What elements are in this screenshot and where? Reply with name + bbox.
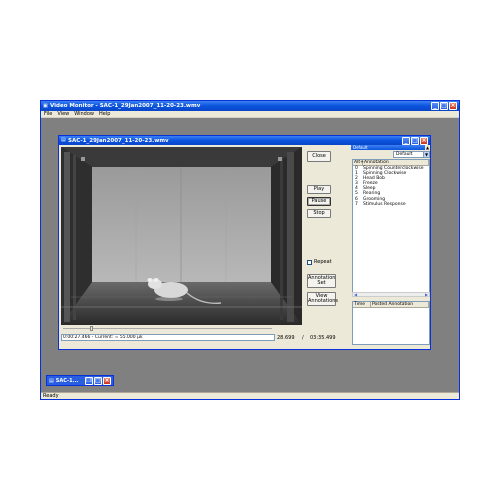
collapse-arrow-icon[interactable]: ▲ [425,145,430,150]
menu-bar: File View Window Help [41,111,459,118]
chevron-down-icon[interactable]: ▼ [423,152,429,157]
time-separator: / [302,335,304,341]
posted-list-header: Time Posted Annotation [353,302,429,308]
annotation-name: Stimulus Response [363,201,406,207]
video-frame[interactable] [61,147,302,325]
video-file-icon: ▤ [49,377,54,384]
time-info-field: 0:00:27.466 - Current: = 55.000 μk [61,334,275,341]
main-title-bar[interactable]: ▣ Video Monitor - SAC-1_29Jan2007_11-20-… [41,101,459,111]
current-time-value: 28.699 [277,335,295,341]
annotation-panel-title: Default [353,145,368,150]
play-button[interactable]: Play [307,185,331,194]
video-title-bar[interactable]: ▤ SAC-1_29Jan2007_11-20-23.wmv _ □ × [59,136,430,145]
video-window-title: SAC-1_29Jan2007_11-20-23.wmv [68,137,169,144]
video-file-icon: ▤ [61,137,66,143]
child-close-button[interactable]: × [420,136,428,145]
annotation-row[interactable]: 7 Stimulus Response [353,202,429,207]
seek-thumb[interactable] [90,326,94,331]
menu-window[interactable]: Window [74,111,94,117]
annotation-rows: 0 Spinning Counterclockwise 1 Spinning Cloc… [353,166,429,207]
col-time[interactable]: Time [353,302,371,307]
main-window: ▣ Video Monitor - SAC-1_29Jan2007_11-20-… [40,100,460,400]
view-annotations-button[interactable]: View Annotations [307,292,338,306]
mdi-workspace: ▤ SAC-1_29Jan2007_11-20-23.wmv _ □ × 0:0… [41,118,459,393]
minimized-child-window[interactable]: ▤ SAC-1... ❐ □ × [46,375,114,386]
restore-button[interactable]: ❐ [85,376,93,385]
col-posted-annotation[interactable]: Posted Annotation [371,302,429,307]
close-window-button[interactable]: × [103,376,111,385]
maximize-button[interactable]: □ [440,102,448,110]
annotation-set-button[interactable]: Annotation Set [307,274,336,288]
video-window-body: 0:00:27.466 - Current: = 55.000 μk 28.69… [59,145,430,349]
repeat-option[interactable]: Repeat [307,259,332,265]
col-annotation[interactable]: Annotation [363,160,429,165]
repeat-label: Repeat [314,259,332,265]
maximize-button[interactable]: □ [94,376,102,385]
status-bar: Ready [41,392,459,399]
video-image [61,147,302,325]
minimize-button[interactable]: _ [431,102,439,110]
menu-file[interactable]: File [44,111,52,117]
close-window-button[interactable]: × [449,102,457,110]
status-text: Ready [43,393,59,399]
posted-annotations-list[interactable]: Time Posted Annotation [352,301,430,345]
child-maximize-button[interactable]: □ [411,136,419,145]
seek-track[interactable] [63,328,272,329]
minimized-title: SAC-1... [55,377,79,384]
annotation-key: 7 [355,201,358,207]
main-window-title: Video Monitor - SAC-1_29Jan2007_11-20-23… [50,103,201,109]
col-alt-key[interactable]: Alt+ [353,160,364,165]
close-video-button[interactable]: Close [307,151,331,162]
menu-view[interactable]: View [57,111,69,117]
annotation-panel-header: Default ▲ [351,145,430,150]
child-minimize-button[interactable]: _ [402,136,410,145]
pause-button[interactable]: Pause [307,197,331,206]
scroll-left-icon[interactable]: ◀ [353,293,358,297]
total-time-value: 03:35.499 [310,335,336,341]
dropdown-value: Default [396,152,413,157]
annotation-set-dropdown[interactable]: Default ▼ [393,151,430,158]
seek-bar[interactable] [61,326,302,331]
repeat-checkbox[interactable] [307,259,312,265]
video-child-window: ▤ SAC-1_29Jan2007_11-20-23.wmv _ □ × 0:0… [58,135,431,350]
stop-button[interactable]: Stop [307,209,331,218]
scroll-right-icon[interactable]: ▶ [424,293,429,297]
annotation-list[interactable]: Alt+ Annotation 0 Spinning Counterclockwi… [352,159,430,294]
app-icon: ▣ [43,102,48,109]
menu-help[interactable]: Help [99,111,110,117]
annotation-panel: Default ▲ Default ▼ Alt+ Annotation 0 Spi… [351,145,430,347]
annotation-hscrollbar[interactable]: ◀ ▶ [352,292,430,297]
